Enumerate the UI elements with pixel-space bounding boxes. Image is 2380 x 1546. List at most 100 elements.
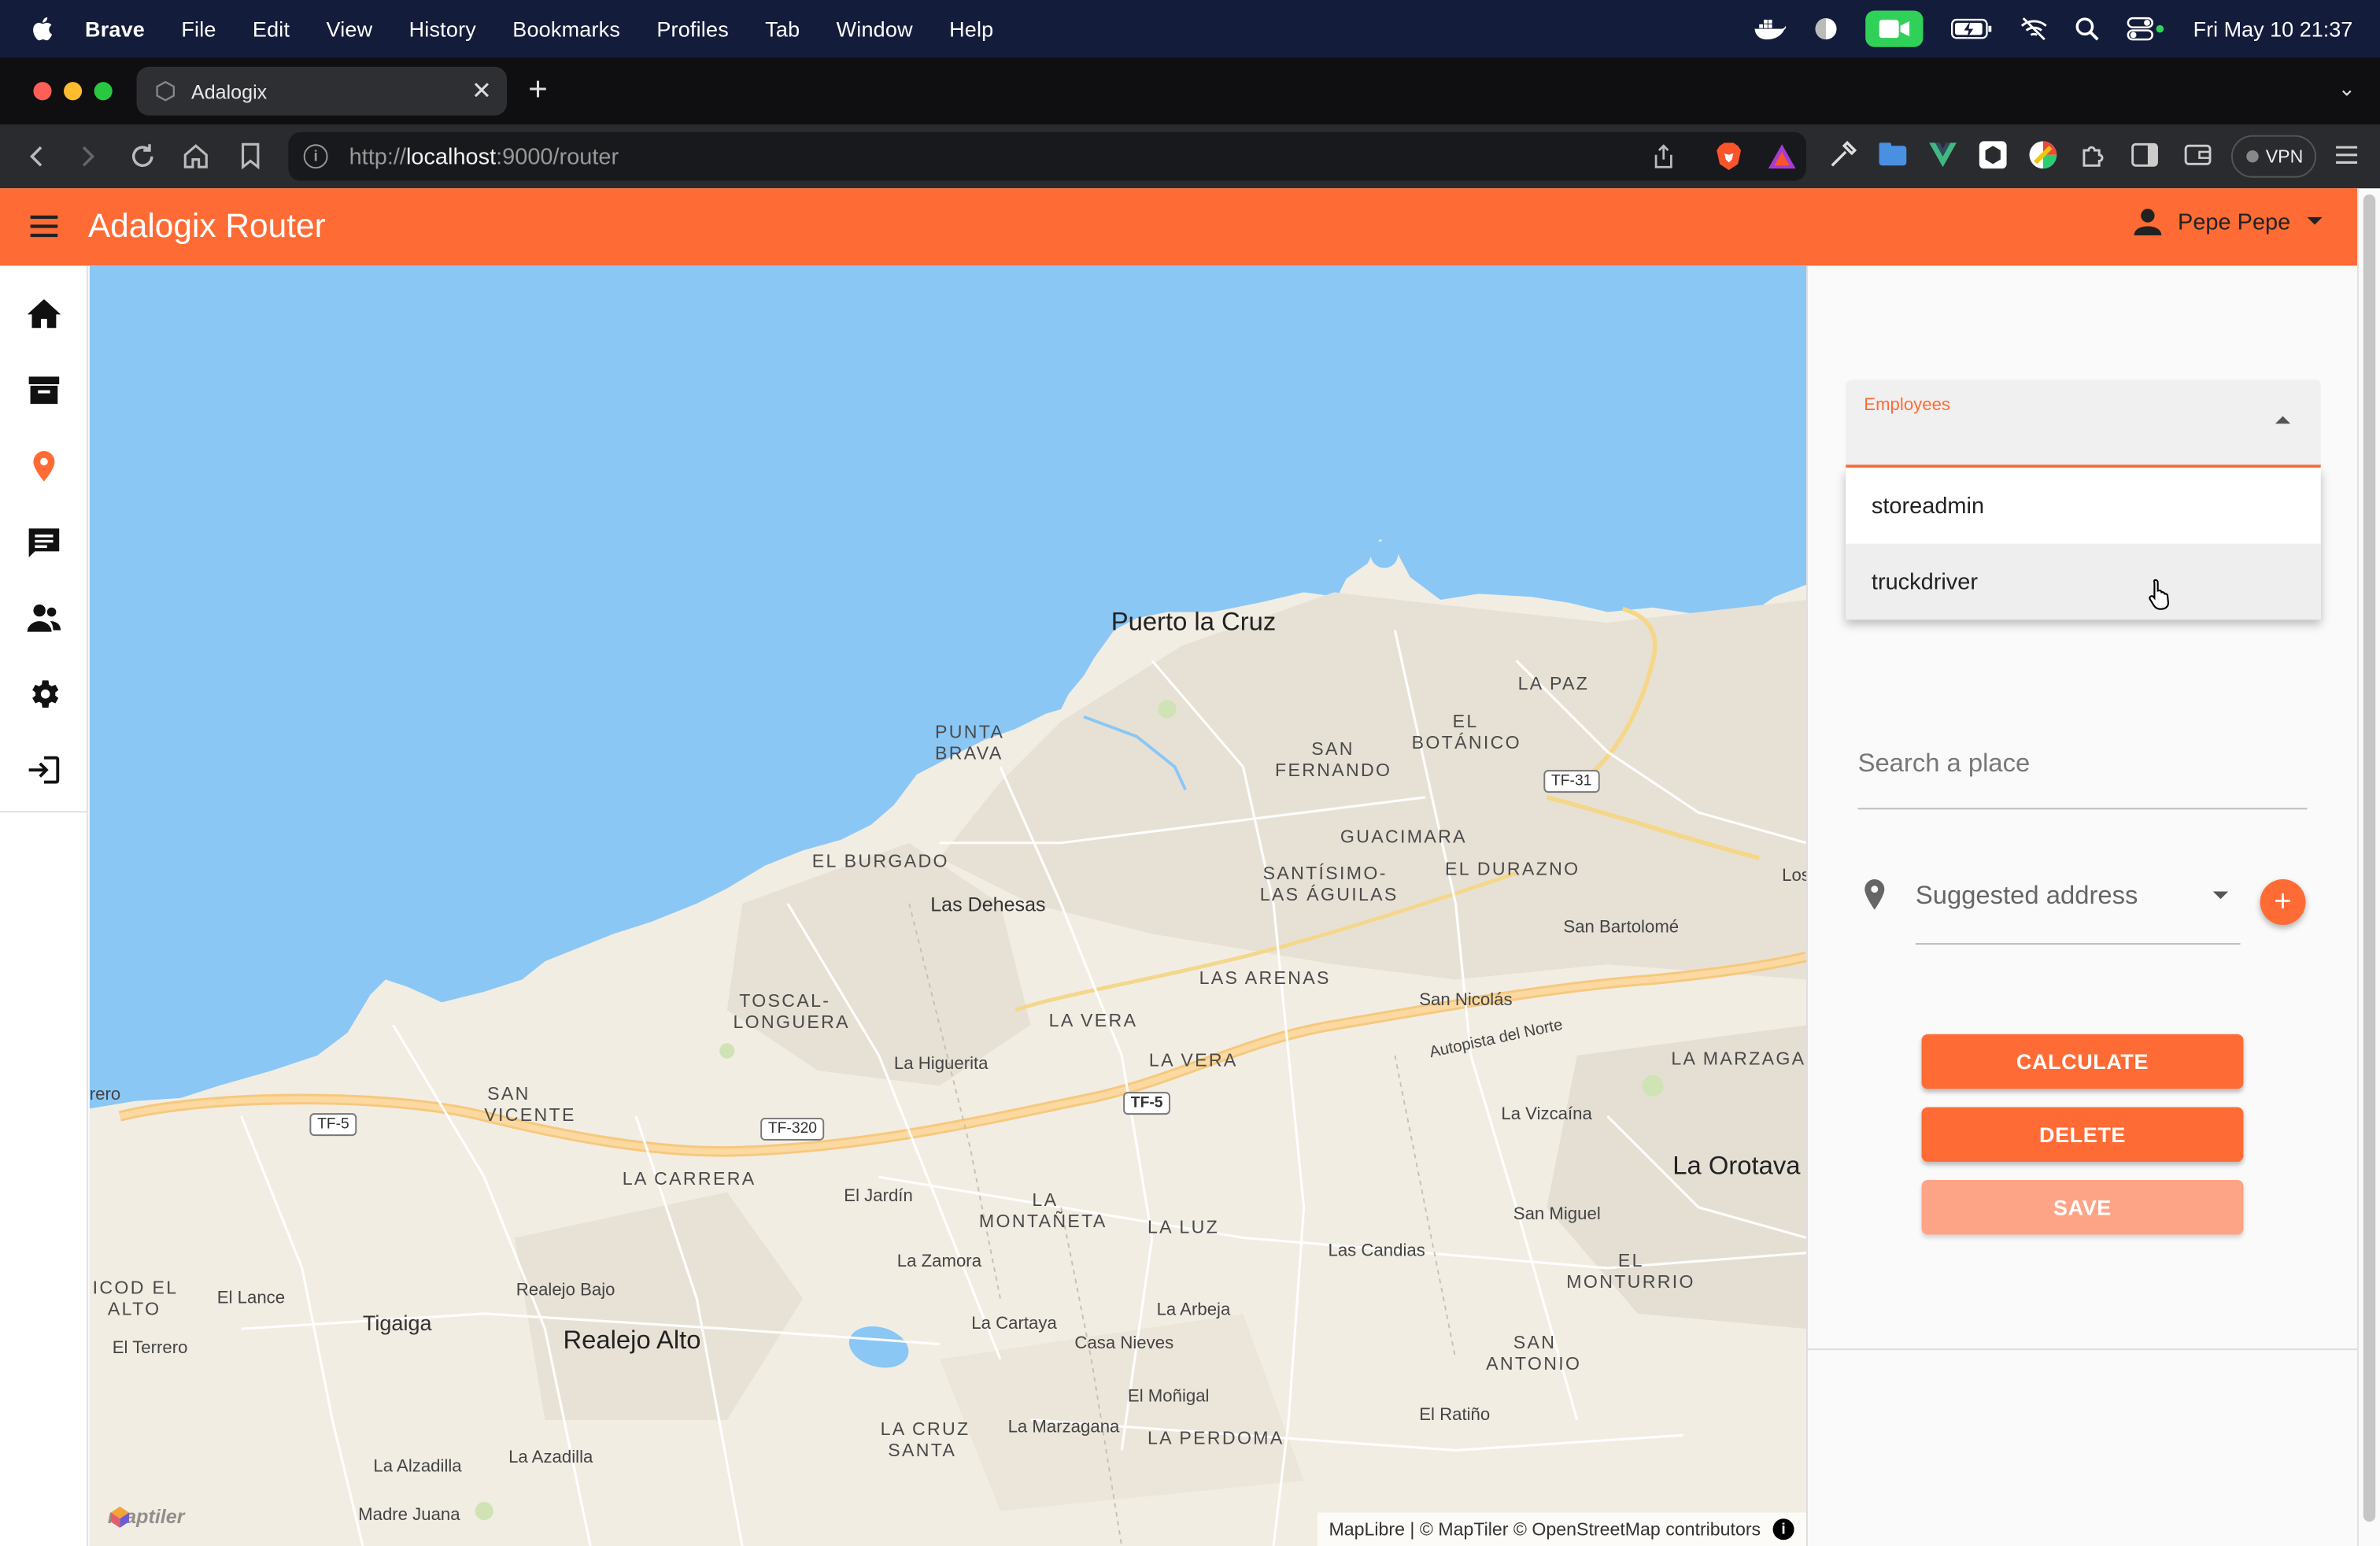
map-label-la: LA — [1032, 1189, 1059, 1211]
bitwarden-extension-icon[interactable] — [1976, 139, 2009, 172]
spotlight-icon[interactable] — [2075, 17, 2099, 41]
site-info-icon[interactable]: i — [303, 144, 328, 169]
menubar-clock[interactable]: Fri May 10 21:37 — [2193, 17, 2353, 41]
colorful-extension-icon[interactable] — [2027, 139, 2060, 172]
vpn-button[interactable]: VPN — [2230, 135, 2316, 178]
battery-icon[interactable] — [1950, 18, 1993, 39]
user-icon — [2134, 209, 2161, 236]
user-menu-caret-icon — [2307, 216, 2323, 225]
page-scrollbar[interactable] — [2357, 188, 2380, 1546]
employees-select-label: Employees — [1864, 396, 1951, 415]
address-bar[interactable]: i http://localhost:9000/router — [288, 131, 1806, 181]
map-label-san-antonio-1: SAN — [1513, 1331, 1557, 1353]
apple-icon[interactable] — [31, 15, 58, 43]
save-button[interactable]: SAVE — [1921, 1180, 2244, 1235]
window-minimize-button[interactable] — [63, 82, 83, 101]
screen: Brave File Edit View History Bookmarks P… — [0, 0, 2380, 1546]
road-shield-tf31: TF-31 — [1543, 770, 1600, 793]
window-zoom-button[interactable] — [94, 82, 113, 101]
map-label-la-carrera: LA CARRERA — [622, 1167, 756, 1189]
extensions-puzzle-icon[interactable] — [2076, 139, 2109, 172]
folder-extension-icon[interactable] — [1876, 139, 1909, 172]
url-text[interactable]: http://localhost:9000/router — [349, 143, 619, 169]
reload-icon[interactable] — [116, 131, 168, 183]
menu-profiles[interactable]: Profiles — [656, 17, 729, 41]
map-label-el: EL — [1452, 710, 1479, 732]
maptiler-logo[interactable]: maptiler — [108, 1505, 184, 1528]
vue-devtools-icon[interactable] — [1926, 139, 1959, 172]
menu-file[interactable]: File — [181, 17, 216, 41]
back-icon[interactable] — [10, 131, 62, 183]
attribution-info-icon[interactable]: i — [1772, 1518, 1794, 1540]
suggested-address-field[interactable]: Suggested address — [1915, 866, 2241, 945]
search-place-input[interactable]: Search a place — [1857, 721, 2308, 810]
map-label-realejo-bajo: Realejo Bajo — [516, 1282, 615, 1300]
wifi-off-icon[interactable] — [2020, 17, 2048, 41]
sidenav-divider — [0, 811, 88, 813]
menu-history[interactable]: History — [409, 17, 476, 41]
tab-title: Adalogix — [190, 80, 268, 103]
map-label-la-azadilla: La Azadilla — [508, 1448, 593, 1467]
attribution-text[interactable]: MapLibre | © MapTiler © OpenStreetMap co… — [1329, 1518, 1761, 1540]
calculate-button[interactable]: CALCULATE — [1921, 1034, 2244, 1089]
docker-icon[interactable] — [1753, 17, 1787, 41]
bookmark-icon[interactable] — [224, 131, 276, 183]
window-close-button[interactable] — [33, 82, 52, 101]
select-arrow-up-icon — [2275, 416, 2291, 424]
menu-window[interactable]: Window — [837, 17, 913, 41]
suggested-address-select[interactable]: Suggested address — [1858, 866, 2314, 945]
map-label-la-cruz-santa-1: LA CRUZ — [880, 1418, 970, 1440]
map-label-tigaiga: Tigaiga — [362, 1310, 432, 1335]
map-attribution: MapLibre | © MapTiler © OpenStreetMap co… — [1317, 1512, 1806, 1546]
gear-icon[interactable] — [26, 676, 62, 712]
archive-icon[interactable] — [26, 372, 62, 409]
people-icon[interactable] — [26, 600, 62, 636]
map-label-la-paz: LA PAZ — [1517, 672, 1590, 694]
menu-app-name[interactable]: Brave — [85, 17, 145, 41]
menu-help[interactable]: Help — [949, 17, 993, 41]
wallet-icon[interactable] — [2181, 139, 2214, 172]
map-label-san-antonio-2: ANTONIO — [1486, 1352, 1582, 1374]
chat-icon[interactable] — [26, 524, 62, 560]
brave-rewards-icon[interactable] — [1767, 142, 1798, 170]
chevron-down-icon[interactable] — [2212, 891, 2229, 900]
menu-tab[interactable]: Tab — [765, 17, 800, 41]
map-view[interactable]: Puerto la Cruz PUNTA BRAVA LA PAZ EL BOT… — [89, 265, 1806, 1546]
employees-select[interactable]: Employees — [1846, 379, 2321, 468]
forward-icon[interactable] — [62, 131, 114, 183]
map-label-la-perdoma: LA PERDOMA — [1147, 1427, 1284, 1449]
browser-menu-icon[interactable] — [2330, 139, 2363, 172]
user-menu[interactable]: Pepe Pepe — [2132, 206, 2323, 237]
menu-view[interactable]: View — [326, 17, 372, 41]
menu-edit[interactable]: Edit — [253, 17, 290, 41]
map-label-el-monigal: El Moñigal — [1127, 1388, 1210, 1407]
share-icon[interactable] — [1651, 144, 1676, 168]
map-label-la-marzaga: LA MARZAGA — [1671, 1048, 1806, 1070]
new-tab-icon[interactable]: + — [528, 70, 548, 109]
home-button-icon[interactable] — [170, 131, 222, 183]
employee-option-storeadmin[interactable]: storeadmin — [1846, 468, 2321, 543]
eyedropper-extension-icon[interactable] — [1826, 139, 1859, 172]
scrollbar-thumb[interactable] — [2363, 194, 2376, 1522]
tab-list-chevron-icon[interactable]: ⌄ — [2338, 76, 2356, 102]
map-label-el-lance: El Lance — [216, 1289, 286, 1308]
menu-bookmarks[interactable]: Bookmarks — [512, 17, 620, 41]
logout-icon[interactable] — [26, 752, 62, 788]
delete-button[interactable]: DELETE — [1921, 1107, 2244, 1162]
sidebar-toggle-icon[interactable] — [2128, 139, 2161, 172]
control-center-icon[interactable] — [2127, 17, 2166, 41]
timer-icon[interactable] — [1814, 17, 1839, 41]
map-label-la-vera-2: LA VERA — [1148, 1049, 1238, 1071]
brave-shields-icon[interactable] — [1715, 141, 1743, 172]
status-icons: Fri May 10 21:37 — [1753, 0, 2352, 57]
facetime-icon[interactable] — [1865, 10, 1924, 47]
home-icon[interactable] — [26, 296, 62, 332]
location-pin-icon[interactable] — [26, 448, 62, 484]
add-address-button[interactable]: + — [2260, 879, 2306, 925]
employee-option-truckdriver[interactable]: truckdriver — [1846, 543, 2321, 620]
tab-close-icon[interactable]: ✕ — [471, 76, 492, 106]
browser-tab-active[interactable]: Adalogix ✕ — [136, 66, 508, 116]
map-label-las-candias: Las Candias — [1328, 1242, 1425, 1261]
hamburger-menu-icon[interactable] — [28, 209, 61, 242]
employees-dropdown: storeadmin truckdriver — [1846, 468, 2321, 620]
